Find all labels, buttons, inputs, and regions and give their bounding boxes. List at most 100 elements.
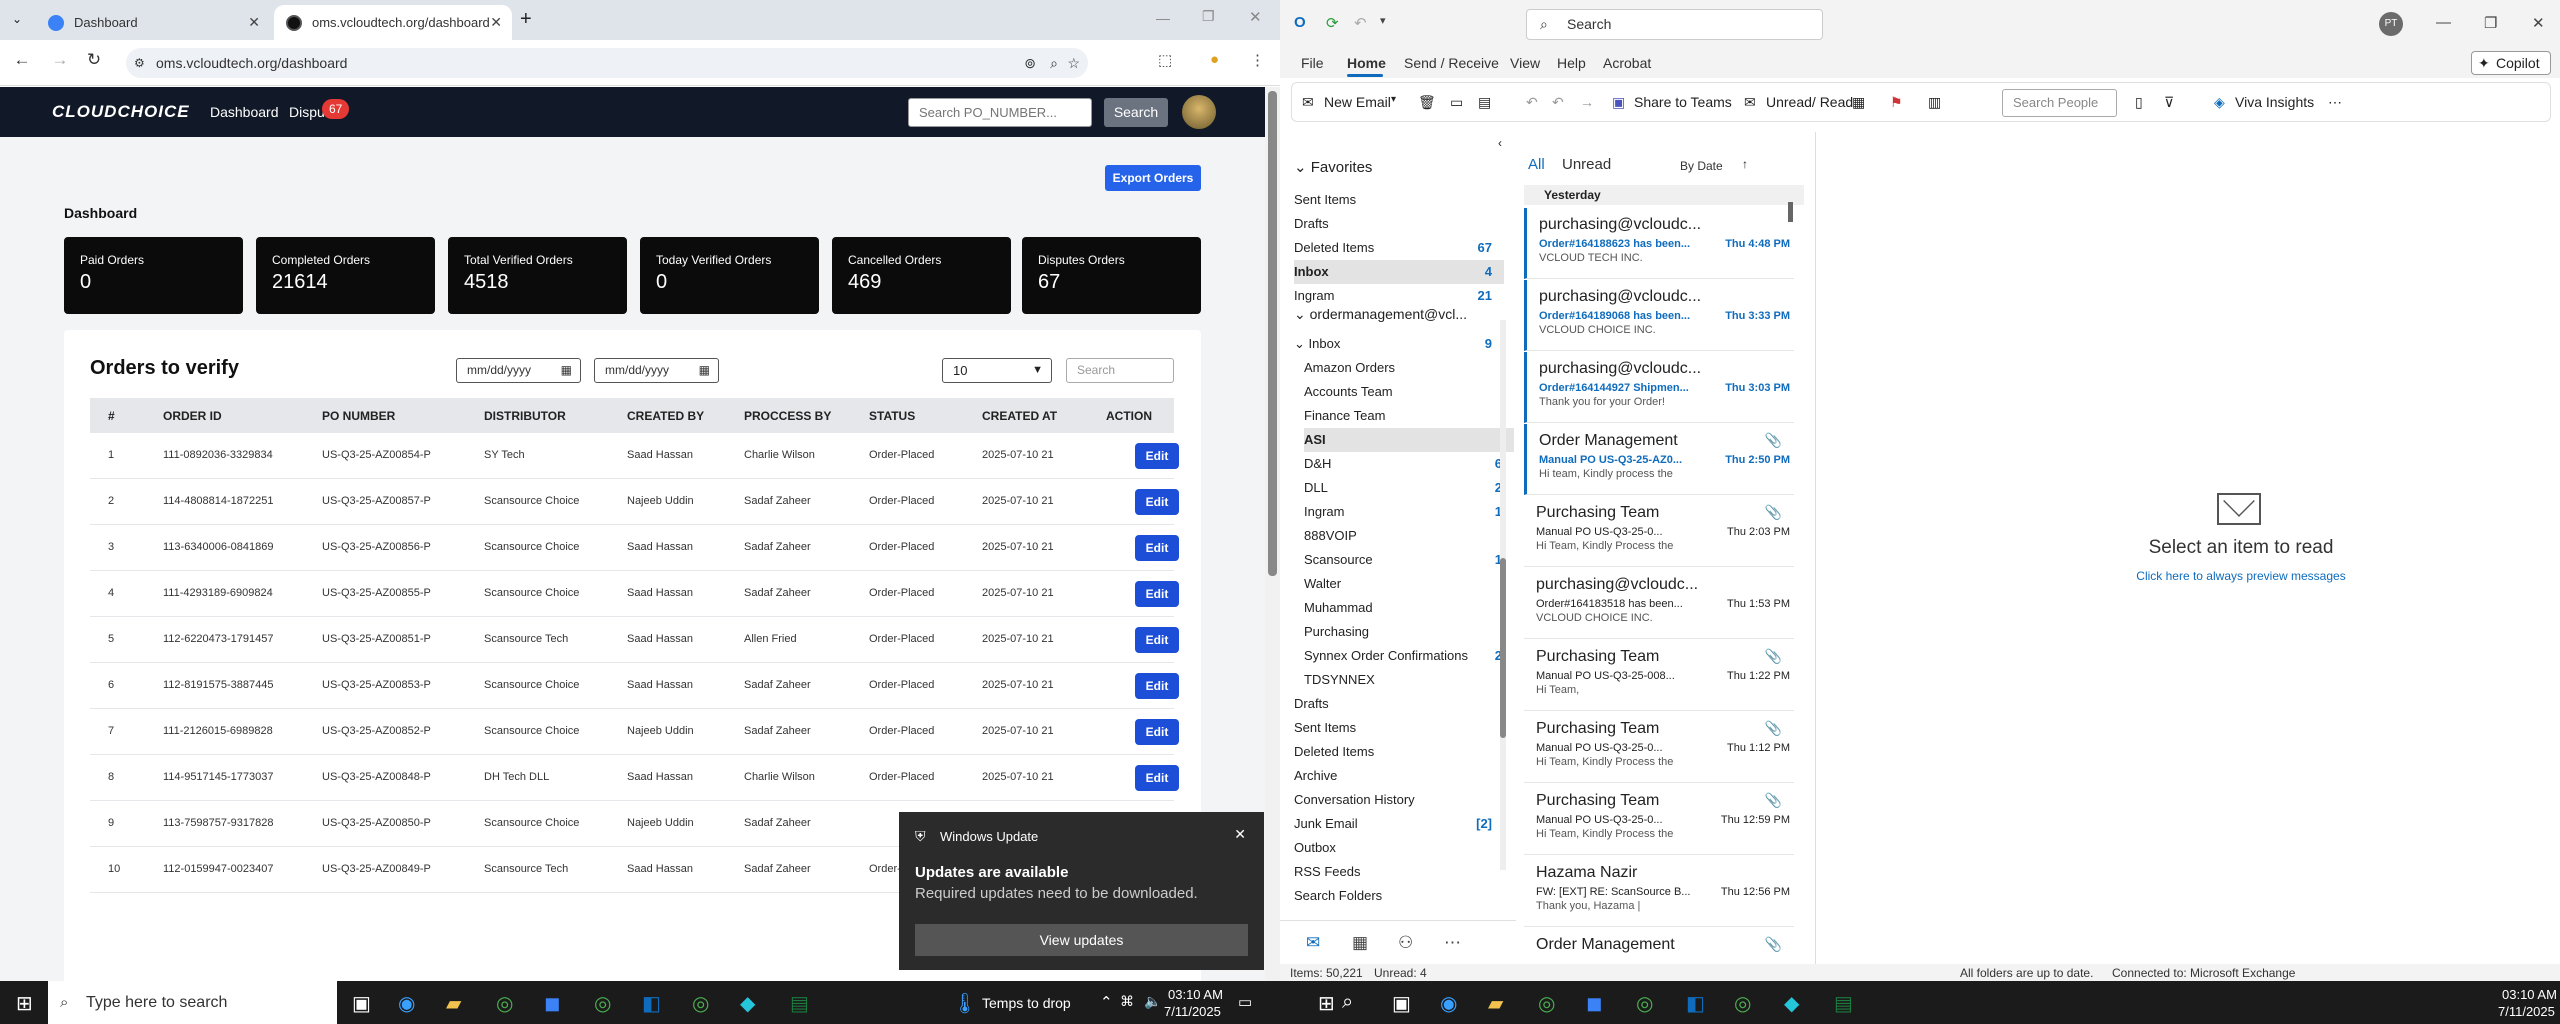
- folder-walter[interactable]: Walter: [1304, 572, 1514, 596]
- new-tab-icon[interactable]: +: [520, 8, 532, 31]
- more-options-icon[interactable]: ⋯: [2328, 94, 2342, 111]
- scrollbar-thumb[interactable]: [1788, 202, 1793, 222]
- menu-file[interactable]: File: [1301, 55, 1324, 71]
- delete-icon[interactable]: 🗑: [1418, 94, 1436, 111]
- close-window-icon[interactable]: ✕: [1249, 8, 1262, 26]
- edit-button[interactable]: Edit: [1135, 627, 1179, 653]
- browser-tab-dashboard[interactable]: Dashboard ✕: [36, 5, 270, 40]
- folder-junk-email[interactable]: Junk Email [2]: [1294, 812, 1504, 836]
- close-icon[interactable]: ✕: [1234, 826, 1246, 843]
- folder-ingram[interactable]: Ingram 21: [1294, 284, 1504, 308]
- windows-start-icon[interactable]: ⊞: [16, 991, 33, 1016]
- clock-time[interactable]: 03:10 AM: [1168, 987, 1223, 1002]
- scrollbar-thumb[interactable]: [1268, 91, 1277, 576]
- message-item[interactable]: Purchasing Team Manual PO US-Q3-25-0... Th…: [1524, 496, 1794, 567]
- translate-icon[interactable]: ⊚: [1024, 48, 1036, 78]
- folder-rss-feeds[interactable]: RSS Feeds: [1294, 860, 1504, 884]
- folder-outbox[interactable]: Outbox: [1294, 836, 1504, 860]
- url-field[interactable]: ⚙ oms.vcloudtech.org/dashboard ⊚ ⌕ ☆: [126, 48, 1088, 78]
- task-view-icon[interactable]: ▣: [1392, 991, 1411, 1016]
- search-people-input[interactable]: Search People: [2002, 89, 2117, 117]
- folder-conversation-history[interactable]: Conversation History: [1294, 788, 1504, 812]
- site-logo[interactable]: CLOUDCHOICE: [52, 102, 190, 122]
- chrome-icon[interactable]: ◎: [496, 991, 513, 1016]
- user-avatar[interactable]: [1182, 95, 1216, 129]
- folder-finance-team[interactable]: Finance Team: [1304, 404, 1514, 428]
- date-to-input[interactable]: mm/dd/yyyy ▦: [594, 358, 719, 383]
- folder-archive[interactable]: Archive: [1294, 764, 1504, 788]
- account-avatar[interactable]: PT: [2379, 12, 2403, 36]
- excel-icon[interactable]: ▤: [1834, 991, 1853, 1016]
- edit-button[interactable]: Edit: [1135, 489, 1179, 515]
- account-header[interactable]: ⌄ ordermanagement@vcl...: [1294, 306, 1494, 323]
- folder-ingram[interactable]: Ingram 1: [1304, 500, 1514, 524]
- extensions-icon[interactable]: ⬚: [1158, 51, 1172, 69]
- menu-home[interactable]: Home: [1347, 55, 1386, 71]
- profile-icon[interactable]: ●: [1210, 51, 1219, 68]
- undo-icon[interactable]: ↶: [1354, 14, 1367, 32]
- close-tab-icon[interactable]: ✕: [490, 14, 502, 31]
- folder-scansource[interactable]: Scansource 1: [1304, 548, 1514, 572]
- folder-888voip[interactable]: 888VOIP: [1304, 524, 1514, 548]
- menu-view[interactable]: View: [1510, 55, 1540, 71]
- folder-inbox[interactable]: Inbox 4: [1294, 260, 1504, 284]
- folder-amazon-orders[interactable]: Amazon Orders: [1304, 356, 1514, 380]
- table-search-input[interactable]: Search: [1066, 358, 1174, 383]
- chrome-icon[interactable]: ◎: [1636, 991, 1653, 1016]
- chevron-down-icon[interactable]: ▾: [1391, 94, 1396, 105]
- people-icon[interactable]: ⚇: [1398, 933, 1413, 953]
- zoom-icon[interactable]: ⌕: [1050, 48, 1058, 78]
- message-scrollbar[interactable]: [1785, 182, 1795, 952]
- page-scrollbar[interactable]: [1265, 87, 1280, 981]
- calendar-icon[interactable]: ▦: [699, 359, 710, 382]
- collapse-pane-icon[interactable]: ‹: [1498, 136, 1502, 150]
- folder-scrollbar[interactable]: [1500, 320, 1506, 870]
- folder-dll[interactable]: DLL 2: [1304, 476, 1514, 500]
- calendar-icon[interactable]: ▦: [561, 359, 572, 382]
- weather-text[interactable]: Temps to drop: [982, 995, 1071, 1011]
- menu-help[interactable]: Help: [1557, 55, 1586, 71]
- edit-button[interactable]: Edit: [1135, 581, 1179, 607]
- move-icon[interactable]: ▤: [1478, 94, 1491, 111]
- edit-button[interactable]: Edit: [1135, 765, 1179, 791]
- folder-drafts[interactable]: Drafts: [1294, 692, 1504, 716]
- sync-icon[interactable]: ⟳: [1326, 14, 1339, 32]
- network-icon[interactable]: ⌘: [1120, 993, 1134, 1010]
- edit-button[interactable]: Edit: [1135, 535, 1179, 561]
- group-header[interactable]: Yesterday: [1524, 185, 1804, 205]
- app-icon[interactable]: ◆: [740, 991, 755, 1016]
- folder-sent-items[interactable]: Sent Items: [1294, 716, 1504, 740]
- new-email-icon[interactable]: ✉: [1302, 94, 1314, 111]
- outlook-app-icon[interactable]: ◧: [1686, 991, 1705, 1016]
- menu-acrobat[interactable]: Acrobat: [1603, 55, 1651, 71]
- unread-read-button[interactable]: Unread/ Read: [1766, 94, 1853, 110]
- flag-icon[interactable]: ⚑: [1890, 94, 1903, 111]
- sort-direction-icon[interactable]: ↑: [1742, 157, 1748, 171]
- calendar-icon[interactable]: ▦: [1352, 933, 1368, 953]
- date-from-input[interactable]: mm/dd/yyyy ▦: [456, 358, 581, 383]
- quick-access-dropdown-icon[interactable]: ▾: [1380, 14, 1386, 27]
- volume-icon[interactable]: 🔈: [1144, 993, 1161, 1010]
- nav-disputes-link[interactable]: Dispu: [289, 104, 325, 120]
- folder-drafts[interactable]: Drafts: [1294, 212, 1504, 236]
- browser-tab-oms[interactable]: oms.vcloudtech.org/dashboard ✕: [274, 5, 512, 40]
- file-explorer-icon[interactable]: ▰: [1488, 991, 1503, 1016]
- reply-all-icon[interactable]: ↶: [1552, 94, 1564, 111]
- categorize-icon[interactable]: ▦: [1852, 94, 1865, 111]
- zoom-app-icon[interactable]: ◼: [1586, 991, 1603, 1016]
- tab-list-icon[interactable]: ⌄: [12, 12, 22, 26]
- close-tab-icon[interactable]: ✕: [248, 14, 260, 31]
- folder-d-h[interactable]: D&H 6: [1304, 452, 1514, 476]
- message-item[interactable]: Purchasing Team Manual PO US-Q3-25-008...…: [1524, 640, 1794, 711]
- chrome-icon[interactable]: ◎: [594, 991, 611, 1016]
- browser-menu-icon[interactable]: ⋮: [1250, 51, 1265, 69]
- message-item[interactable]: purchasing@vcloudc... Order#164188623 has…: [1524, 208, 1794, 279]
- clock-date[interactable]: 7/11/2025: [2498, 1004, 2555, 1019]
- folder-deleted-items[interactable]: Deleted Items: [1294, 740, 1504, 764]
- chrome-icon[interactable]: ◎: [692, 991, 709, 1016]
- address-book-icon[interactable]: ▯: [2135, 94, 2143, 111]
- more-apps-icon[interactable]: ⋯: [1444, 933, 1461, 953]
- folder-accounts-team[interactable]: Accounts Team: [1304, 380, 1514, 404]
- clock-time[interactable]: 03:10 AM: [2502, 987, 2557, 1002]
- po-search-button[interactable]: Search: [1104, 98, 1168, 127]
